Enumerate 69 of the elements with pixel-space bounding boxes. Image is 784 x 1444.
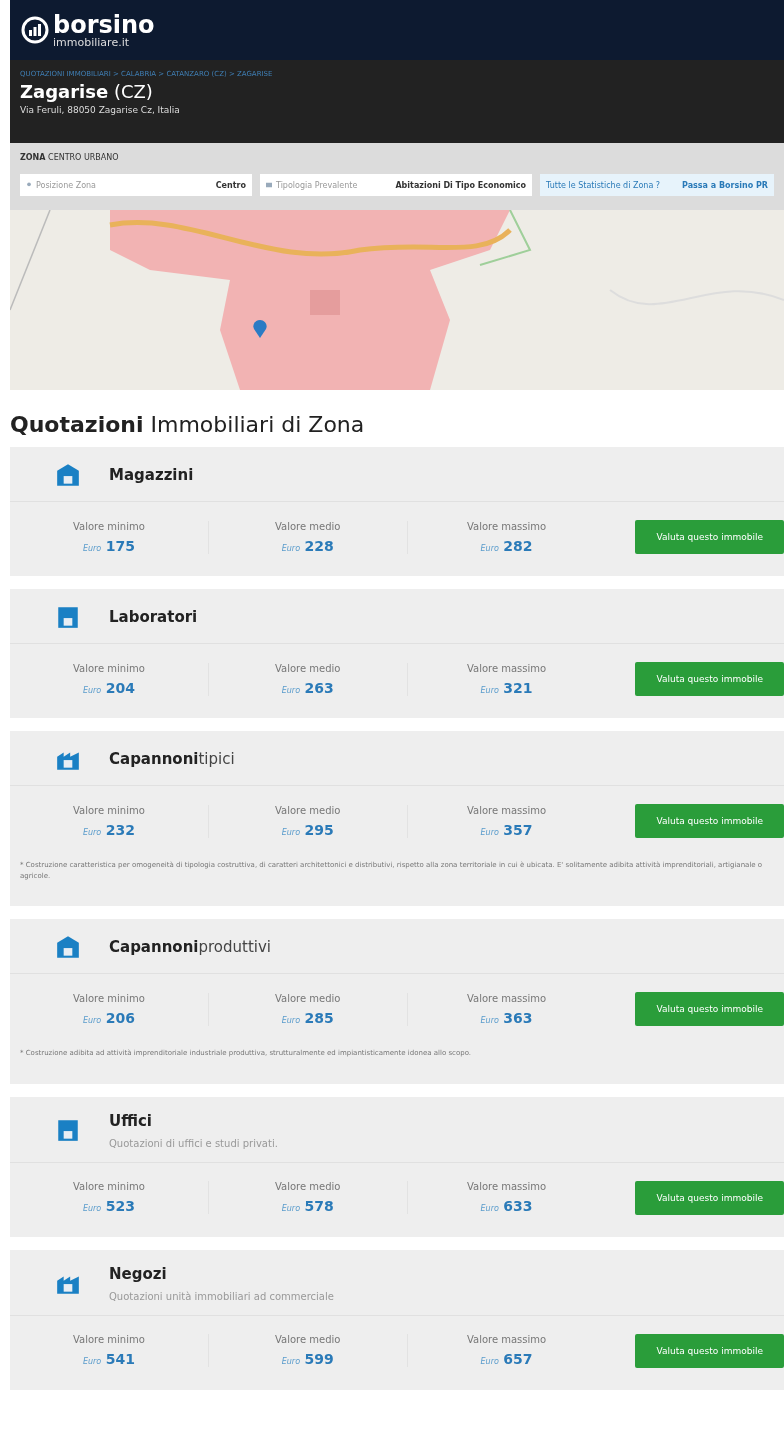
building-icon bbox=[55, 934, 81, 961]
evaluate-button[interactable]: Valuta questo immobile bbox=[635, 520, 784, 554]
value-label: Valore minimo bbox=[73, 1181, 145, 1193]
logo-subtitle: immobiliare.it bbox=[53, 36, 131, 48]
value-label: Valore massimo bbox=[466, 992, 547, 1004]
zone-name: CENTRO URBANO bbox=[48, 153, 119, 162]
category-name: Laboratori bbox=[109, 608, 198, 626]
value-label: Valore medio bbox=[275, 992, 341, 1004]
evaluate-button[interactable]: Valuta questo immobile bbox=[635, 804, 784, 838]
price-value: Euro 363 bbox=[480, 1009, 533, 1026]
address: Via Feruli, 88050 Zagarise Cz, Italia bbox=[20, 105, 181, 115]
price-value: Euro 232 bbox=[82, 821, 135, 838]
province-code: (CZ) bbox=[113, 81, 153, 102]
category-name: Capannonitipici bbox=[109, 750, 235, 768]
price-value: Euro 541 bbox=[82, 1351, 135, 1368]
evaluate-button[interactable]: Valuta questo immobile bbox=[635, 992, 784, 1027]
price-value: Euro 263 bbox=[281, 679, 334, 696]
pro-link[interactable]: Passa a Borsino PR bbox=[682, 180, 768, 190]
price-value: Euro 175 bbox=[82, 537, 135, 554]
value-label: Valore minimo bbox=[73, 804, 145, 816]
category-name: Capannoniproduttivi bbox=[109, 938, 272, 957]
category-name: Magazzini bbox=[109, 466, 194, 484]
value-label: Valore medio bbox=[275, 1181, 341, 1193]
category-subtitle: Quotazioni di uffici e studi privati. bbox=[109, 1137, 278, 1149]
building-icon bbox=[55, 1117, 81, 1144]
price-value: Euro 321 bbox=[480, 679, 533, 696]
price-value: Euro 204 bbox=[82, 679, 135, 696]
price-value: Euro 657 bbox=[480, 1351, 533, 1368]
list-icon bbox=[266, 182, 272, 188]
building-icon bbox=[55, 462, 81, 488]
value-label: Valore medio bbox=[275, 662, 341, 674]
building-icon bbox=[55, 604, 81, 630]
value-label: Valore medio bbox=[275, 1334, 341, 1346]
value-label: Valore massimo bbox=[466, 1334, 547, 1346]
evaluate-button[interactable]: Valuta questo immobile bbox=[635, 1333, 784, 1368]
pin-icon bbox=[26, 182, 32, 188]
value-label: Valore medio bbox=[275, 520, 341, 532]
evaluate-button[interactable]: Valuta questo immobile bbox=[635, 662, 784, 696]
value-label: Valore minimo bbox=[73, 992, 145, 1004]
price-value: Euro 206 bbox=[82, 1009, 135, 1026]
price-value: Euro 295 bbox=[281, 821, 334, 838]
filter-select[interactable]: Tipologia Prevalente Abitazioni Di Tipo Economico bbox=[260, 174, 532, 196]
evaluate-button[interactable]: Valuta questo immobile bbox=[635, 1180, 784, 1215]
city-name: Zagarise bbox=[20, 81, 109, 102]
price-value: Euro 357 bbox=[480, 821, 533, 838]
value-label: Valore massimo bbox=[466, 520, 547, 532]
price-value: Euro 285 bbox=[281, 1009, 334, 1026]
value-label: Valore minimo bbox=[73, 520, 145, 532]
statistics-link[interactable]: Tutte le Statistiche di Zona ? bbox=[546, 180, 661, 190]
value-label: Valore medio bbox=[275, 804, 341, 816]
logo-icon bbox=[20, 15, 50, 45]
price-value: Euro 578 bbox=[281, 1198, 334, 1215]
filter-select[interactable]: Posizione Zona Centro bbox=[20, 174, 252, 196]
value-label: Valore massimo bbox=[466, 662, 547, 674]
price-value: Euro 282 bbox=[480, 537, 533, 554]
value-label: Valore massimo bbox=[466, 804, 547, 816]
price-value: Euro 633 bbox=[480, 1198, 533, 1215]
price-value: Euro 599 bbox=[281, 1351, 334, 1368]
value-label: Valore massimo bbox=[466, 1181, 547, 1193]
price-value: Euro 228 bbox=[281, 537, 334, 554]
section-title: Quotazioni Immobiliari di Zona bbox=[10, 411, 366, 439]
logo-wordmark: borsino bbox=[53, 12, 155, 37]
category-name: Uffici bbox=[109, 1111, 153, 1130]
category-subtitle: Quotazioni unità immobiliari ad commerciale bbox=[109, 1290, 334, 1302]
value-label: Valore minimo bbox=[73, 1334, 145, 1346]
price-value: Euro 523 bbox=[82, 1198, 135, 1215]
zone-label: ZONA bbox=[20, 153, 46, 162]
value-label: Valore minimo bbox=[73, 662, 145, 674]
category-name: Negozi bbox=[109, 1264, 168, 1283]
